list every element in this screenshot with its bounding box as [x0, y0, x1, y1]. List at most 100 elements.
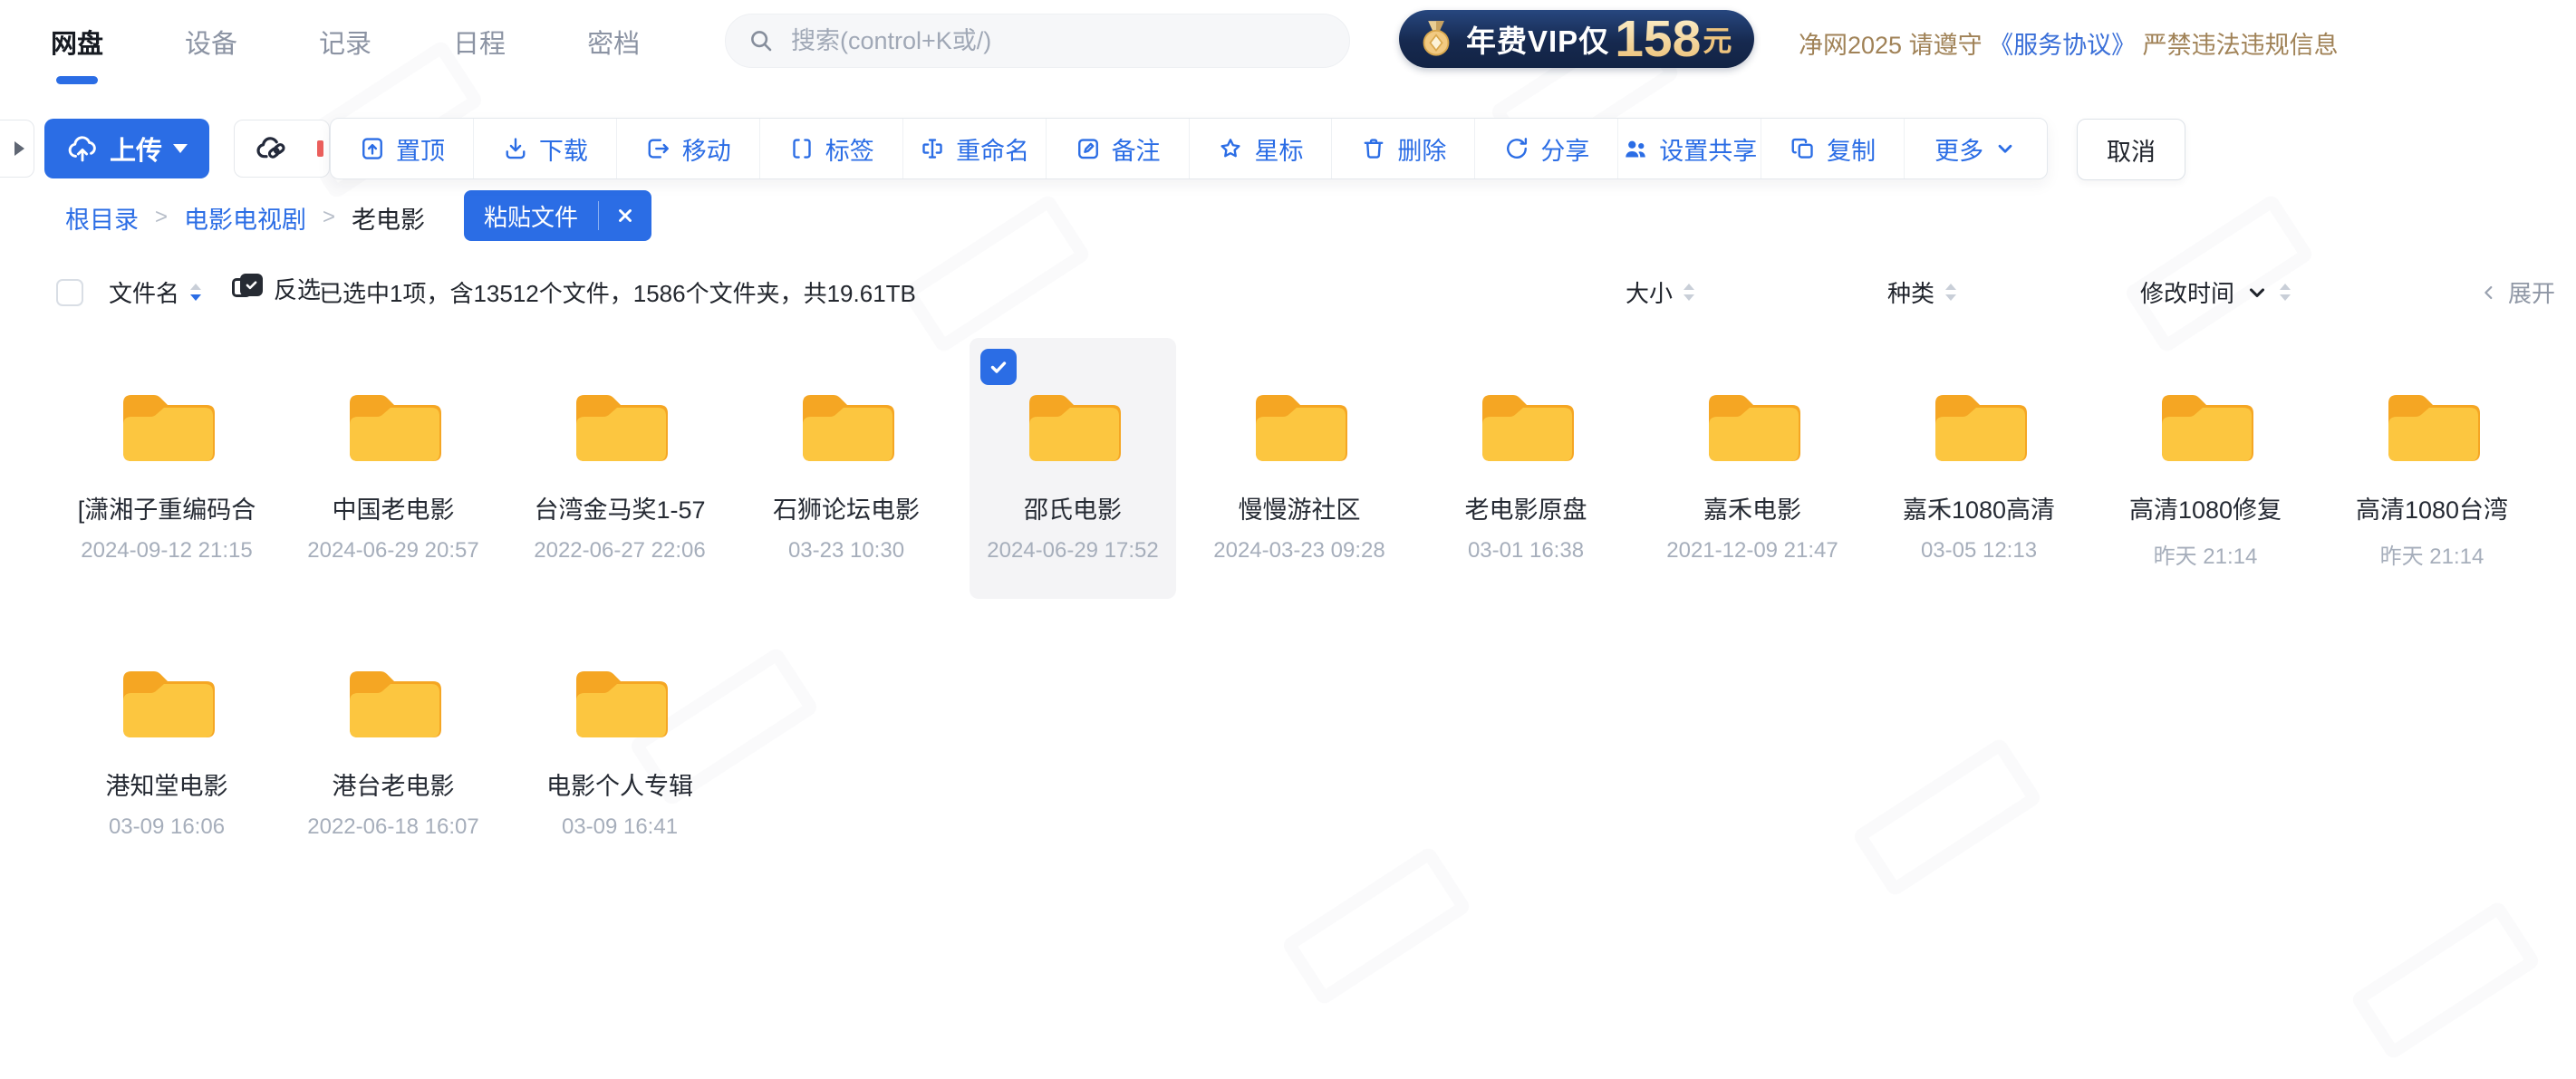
star-icon — [1217, 135, 1244, 162]
download-button[interactable]: 下载 — [474, 119, 617, 178]
pin-top-button[interactable]: 置顶 — [331, 119, 474, 178]
vip-banner[interactable]: 年费VIP仅 158 元 — [1399, 10, 1754, 68]
folder-tile[interactable]: 石狮论坛电影 03-23 10:30 — [743, 338, 950, 599]
folder-tile[interactable]: 港台老电影 2022-06-18 16:07 — [290, 614, 497, 875]
action-label: 重命名 — [956, 131, 1029, 167]
star-button[interactable]: 星标 — [1190, 119, 1333, 178]
breadcrumb-separator: > — [155, 205, 168, 230]
folder-tile[interactable]: 高清1080修复 昨天 21:14 — [2102, 338, 2309, 599]
share-icon — [1503, 135, 1530, 162]
folder-date: 03-01 16:38 — [1468, 538, 1584, 564]
folder-icon — [112, 378, 221, 468]
invert-selection-icon — [232, 274, 263, 304]
column-filename[interactable]: 文件名 — [109, 275, 201, 309]
sort-arrows — [1945, 284, 1956, 301]
folder-date: 2022-06-18 16:07 — [307, 814, 479, 840]
expand-panel-button[interactable]: 展开 — [2479, 275, 2555, 309]
rename-icon — [919, 135, 946, 162]
column-label: 文件名 — [109, 275, 179, 309]
breadcrumb-parent[interactable]: 电影电视剧 — [184, 200, 306, 236]
search-input[interactable] — [789, 26, 1327, 56]
close-icon — [615, 206, 635, 226]
folder-icon — [792, 378, 901, 468]
delete-button[interactable]: 删除 — [1332, 119, 1475, 178]
paste-files-button[interactable]: 粘贴文件 — [464, 199, 598, 233]
folder-date: 2024-06-29 17:52 — [987, 538, 1159, 564]
folder-icon — [565, 654, 674, 745]
share-settings-button[interactable]: 设置共享 — [1618, 119, 1761, 178]
folder-date: 2024-09-12 21:15 — [81, 538, 253, 564]
folder-tile[interactable]: 台湾金马奖1-57 2022-06-27 22:06 — [516, 338, 723, 599]
select-all-checkbox[interactable] — [56, 279, 83, 306]
folder-tile[interactable]: 电影个人专辑 03-09 16:41 — [516, 614, 723, 875]
folder-date: 2022-06-27 22:06 — [534, 538, 706, 564]
expand-panel-label: 展开 — [2508, 275, 2555, 309]
cloud-upload-icon — [66, 132, 99, 165]
folder-name: 高清1080修复 — [2129, 490, 2282, 525]
tile-checkbox[interactable] — [980, 349, 1017, 385]
rename-button[interactable]: 重命名 — [903, 119, 1047, 178]
badge — [317, 140, 323, 157]
more-button[interactable]: 更多 — [1905, 119, 2047, 178]
folder-tile[interactable]: 嘉禾1080高清 03-05 12:13 — [1876, 338, 2082, 599]
notice-text-post: 严禁违法违规信息 — [2143, 32, 2339, 59]
column-size[interactable]: 大小 — [1626, 275, 1694, 309]
nav-tab-records[interactable]: 记录 — [319, 23, 371, 61]
folder-tile[interactable]: 嘉禾电影 2021-12-09 21:47 — [1649, 338, 1856, 599]
action-label: 备注 — [1112, 131, 1161, 167]
folder-name: 高清1080台湾 — [2356, 490, 2508, 525]
download-icon — [502, 135, 529, 162]
folder-tile[interactable]: 高清1080台湾 昨天 21:14 — [2329, 338, 2535, 599]
copy-button[interactable]: 复制 — [1761, 119, 1905, 178]
nav-tab-vault[interactable]: 密档 — [587, 23, 640, 61]
service-agreement-link[interactable]: 《服务协议》 — [1989, 32, 2136, 59]
share-button[interactable]: 分享 — [1475, 119, 1618, 178]
folder-name: 邵氏电影 — [1024, 490, 1122, 525]
note-button[interactable]: 备注 — [1047, 119, 1190, 178]
tag-button[interactable]: 标签 — [760, 119, 903, 178]
folder-tile[interactable]: 中国老电影 2024-06-29 20:57 — [290, 338, 497, 599]
folder-name: 石狮论坛电影 — [773, 490, 920, 525]
action-label: 更多 — [1934, 131, 1983, 167]
cancel-button[interactable]: 取消 — [2077, 119, 2185, 180]
cloud-link-button[interactable] — [234, 120, 330, 178]
search-icon — [748, 27, 775, 54]
cancel-button-label: 取消 — [2107, 132, 2156, 168]
watermark-mark — [2349, 900, 2542, 1061]
folder-name: 港台老电影 — [333, 766, 455, 802]
folder-tile[interactable]: 港知堂电影 03-09 16:06 — [63, 614, 270, 875]
nav-tab-devices[interactable]: 设备 — [185, 23, 237, 61]
move-icon — [645, 135, 672, 162]
nav-tab-drive[interactable]: 网盘 — [51, 23, 103, 61]
folder-icon — [1245, 378, 1354, 468]
action-label: 删除 — [1397, 131, 1446, 167]
folder-name: 中国老电影 — [333, 490, 455, 525]
invert-selection-button[interactable]: 反选 — [232, 272, 321, 305]
sidebar-expand-button[interactable] — [0, 120, 34, 178]
folder-tile[interactable]: [潇湘子重编码合 2024-09-12 21:15 — [63, 338, 270, 599]
column-type[interactable]: 种类 — [1887, 275, 1956, 309]
folder-date: 昨天 21:14 — [2154, 538, 2258, 570]
selection-stats: 已选中1项，含13512个文件，1586个文件夹，共19.61TB — [319, 275, 916, 309]
breadcrumb-root[interactable]: 根目录 — [65, 200, 139, 236]
note-pencil-icon — [1075, 135, 1102, 162]
folder-tile[interactable]: 老电影原盘 03-01 16:38 — [1423, 338, 1629, 599]
column-label: 种类 — [1887, 275, 1934, 309]
action-label: 移动 — [682, 131, 731, 167]
folder-name: 嘉禾1080高清 — [1903, 490, 2055, 525]
notice-text-pre: 净网2025 请遵守 — [1799, 32, 1983, 59]
breadcrumb-current: 老电影 — [352, 200, 425, 236]
breadcrumb: 根目录 > 电影电视剧 > 老电影 — [65, 192, 425, 243]
upload-button[interactable]: 上传 — [44, 119, 209, 178]
sort-arrows — [1684, 284, 1694, 301]
folder-icon — [1018, 378, 1127, 468]
vip-banner-price: 158 — [1615, 14, 1701, 65]
move-button[interactable]: 移动 — [617, 119, 760, 178]
cloud-link-icon — [255, 131, 289, 166]
nav-tab-schedule[interactable]: 日程 — [453, 23, 506, 61]
paste-close-button[interactable] — [599, 206, 651, 226]
folder-tile[interactable]: 邵氏电影 2024-06-29 17:52 — [970, 338, 1176, 599]
folder-icon — [339, 654, 448, 745]
folder-tile[interactable]: 慢慢游社区 2024-03-23 09:28 — [1196, 338, 1403, 599]
column-modified[interactable]: 修改时间 — [2140, 275, 2291, 309]
